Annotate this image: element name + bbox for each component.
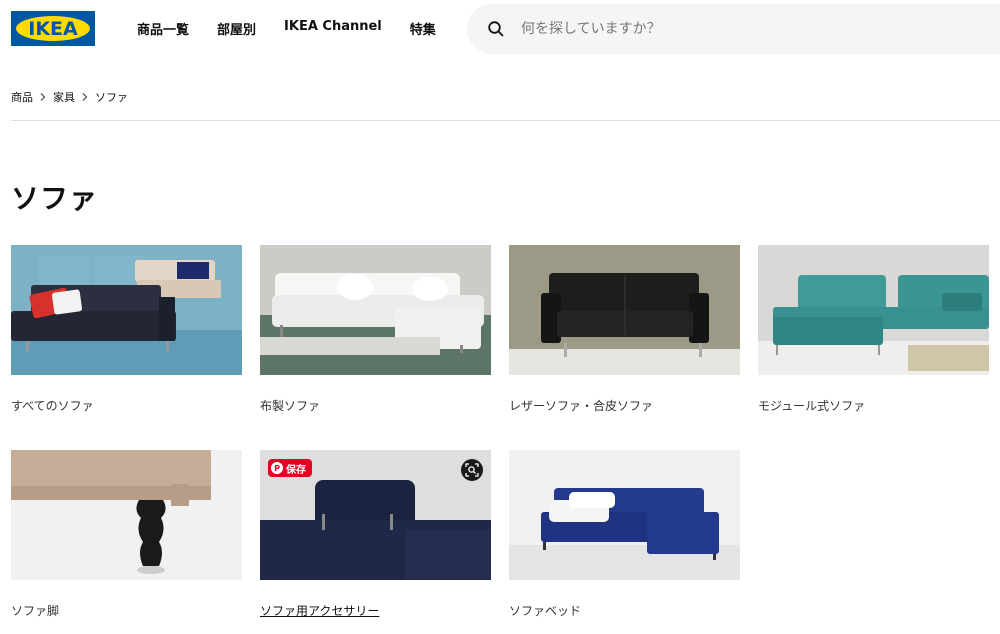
nav-item-features[interactable]: 特集	[410, 19, 436, 38]
category-label[interactable]: すべてのソファ	[11, 397, 94, 414]
chevron-right-icon	[40, 93, 46, 101]
nav-item-ikea-channel[interactable]: IKEA Channel	[284, 19, 382, 38]
category-card-all-sofas[interactable]: すべてのソファ	[11, 245, 242, 413]
category-label[interactable]: レザーソファ・合皮ソファ	[509, 397, 653, 414]
logo-text: IKEA	[16, 16, 90, 41]
category-card-sofa-accessories[interactable]: P 保存 ソファ用アクセサリー	[260, 450, 491, 618]
chevron-right-icon	[82, 93, 88, 101]
breadcrumb: 商品 家具 ソファ	[11, 89, 128, 105]
category-image-leather-sofas[interactable]	[509, 245, 740, 375]
nav-item-products[interactable]: 商品一覧	[137, 19, 189, 38]
category-label[interactable]: 布製ソファ	[260, 397, 320, 414]
category-label[interactable]: ソファ用アクセサリー	[260, 602, 379, 619]
breadcrumb-divider	[11, 120, 1000, 121]
category-card-modular-sofas[interactable]: モジュール式ソファ	[758, 245, 989, 413]
category-image-modular-sofas[interactable]	[758, 245, 989, 375]
category-card-sofa-beds[interactable]: ソファベッド	[509, 450, 740, 618]
site-header: IKEA 商品一覧 部屋別 IKEA Channel 特集	[0, 0, 1000, 60]
category-card-fabric-sofas[interactable]: 布製ソファ	[260, 245, 491, 413]
breadcrumb-item-products[interactable]: 商品	[11, 89, 33, 105]
category-label[interactable]: モジュール式ソファ	[758, 397, 865, 414]
search-bar[interactable]	[467, 4, 1000, 54]
category-image-sofa-legs[interactable]	[11, 450, 242, 580]
pinterest-save-button[interactable]: P 保存	[268, 459, 312, 477]
save-label: 保存	[286, 464, 306, 476]
category-image-sofa-beds[interactable]	[509, 450, 740, 580]
main-nav: 商品一覧 部屋別 IKEA Channel 特集	[137, 19, 464, 38]
category-image-all-sofas[interactable]	[11, 245, 242, 375]
nav-item-rooms[interactable]: 部屋別	[217, 19, 256, 38]
breadcrumb-item-furniture[interactable]: 家具	[53, 89, 75, 105]
category-card-leather-sofas[interactable]: レザーソファ・合皮ソファ	[509, 245, 740, 413]
pinterest-icon: P	[271, 462, 283, 474]
category-card-sofa-legs[interactable]: ソファ脚	[11, 450, 242, 618]
search-icon[interactable]	[487, 20, 505, 38]
search-input[interactable]	[521, 4, 991, 54]
visual-search-button[interactable]	[461, 459, 483, 481]
visual-search-icon	[465, 463, 479, 477]
category-image-sofa-accessories[interactable]: P 保存	[260, 450, 491, 580]
category-label[interactable]: ソファベッド	[509, 602, 581, 619]
breadcrumb-item-sofa: ソファ	[95, 91, 128, 104]
category-image-fabric-sofas[interactable]	[260, 245, 491, 375]
ikea-logo[interactable]: IKEA	[11, 11, 95, 46]
category-label[interactable]: ソファ脚	[11, 602, 59, 619]
page-title: ソファ	[11, 182, 99, 215]
